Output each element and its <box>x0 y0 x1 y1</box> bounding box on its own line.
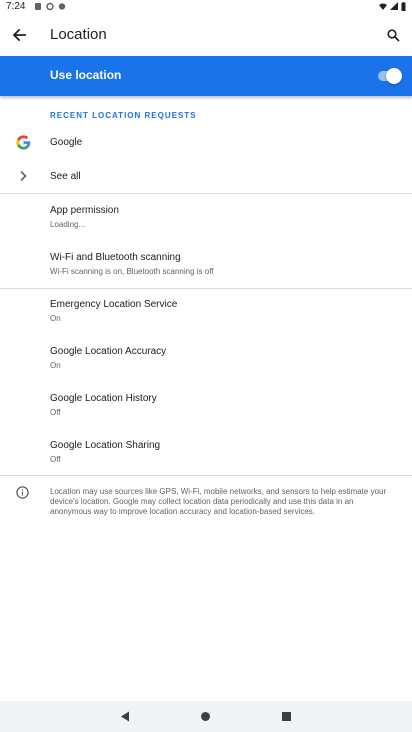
wifi-icon <box>379 3 387 10</box>
setting-title: Wi-Fi and Bluetooth scanning <box>50 252 181 263</box>
google-logo-icon <box>16 135 31 150</box>
notification-icon <box>35 3 41 10</box>
setting-title: Google Location History <box>50 393 157 404</box>
setting-wifi-bluetooth-scanning[interactable]: Wi-Fi and Bluetooth scanning Wi-Fi scann… <box>0 243 412 287</box>
nav-back-icon[interactable] <box>120 711 130 722</box>
recent-requests-header: RECENT LOCATION REQUESTS <box>50 111 197 120</box>
battery-icon <box>401 2 406 11</box>
see-all-label: See all <box>50 171 81 182</box>
arrow-back-icon <box>12 28 26 42</box>
search-icon <box>386 28 400 42</box>
chevron-right-icon <box>20 170 27 182</box>
divider <box>0 288 412 289</box>
setting-subtitle: Off <box>50 408 61 417</box>
recent-request-google[interactable]: Google <box>0 126 412 158</box>
nav-home-icon[interactable] <box>201 712 210 721</box>
status-bar: 7:24 <box>0 0 412 14</box>
setting-subtitle: On <box>50 314 61 323</box>
setting-google-location-sharing[interactable]: Google Location Sharing Off <box>0 431 412 475</box>
setting-title: App permission <box>50 205 119 216</box>
setting-subtitle: Wi-Fi scanning is on, Bluetooth scanning… <box>50 267 214 276</box>
setting-subtitle: Off <box>50 455 61 464</box>
app-toolbar: Location <box>0 14 412 56</box>
setting-subtitle: On <box>50 361 61 370</box>
location-info-text: Location may use sources like GPS, Wi-Fi… <box>50 487 387 516</box>
sync-icon <box>58 3 66 10</box>
divider <box>0 475 412 476</box>
status-time: 7:24 <box>6 1 26 12</box>
setting-app-permission[interactable]: App permission Loading... <box>0 196 412 240</box>
toggle-thumb <box>386 68 402 84</box>
status-left-icons <box>34 2 66 11</box>
setting-google-location-history[interactable]: Google Location History Off <box>0 384 412 428</box>
setting-google-location-accuracy[interactable]: Google Location Accuracy On <box>0 337 412 381</box>
back-button[interactable] <box>6 22 32 48</box>
setting-emergency-location-service[interactable]: Emergency Location Service On <box>0 290 412 334</box>
use-location-switch-bar[interactable]: Use location <box>0 56 412 96</box>
recent-request-label: Google <box>50 137 83 148</box>
page-title: Location <box>50 26 107 43</box>
setting-title: Google Location Sharing <box>50 440 161 451</box>
status-right-icons <box>379 2 406 11</box>
setting-subtitle: Loading... <box>50 220 86 229</box>
use-location-toggle[interactable] <box>376 68 402 84</box>
signal-icon <box>390 2 398 10</box>
see-all-row[interactable]: See all <box>0 160 412 192</box>
divider <box>0 193 412 194</box>
setting-title: Emergency Location Service <box>50 299 178 310</box>
setting-title: Google Location Accuracy <box>50 346 167 357</box>
search-button[interactable] <box>380 22 406 48</box>
info-icon <box>16 486 29 499</box>
system-nav-bar <box>0 701 412 732</box>
nav-recents-icon[interactable] <box>282 712 291 721</box>
use-location-label: Use location <box>50 68 122 82</box>
settings-notification-icon <box>46 2 54 11</box>
